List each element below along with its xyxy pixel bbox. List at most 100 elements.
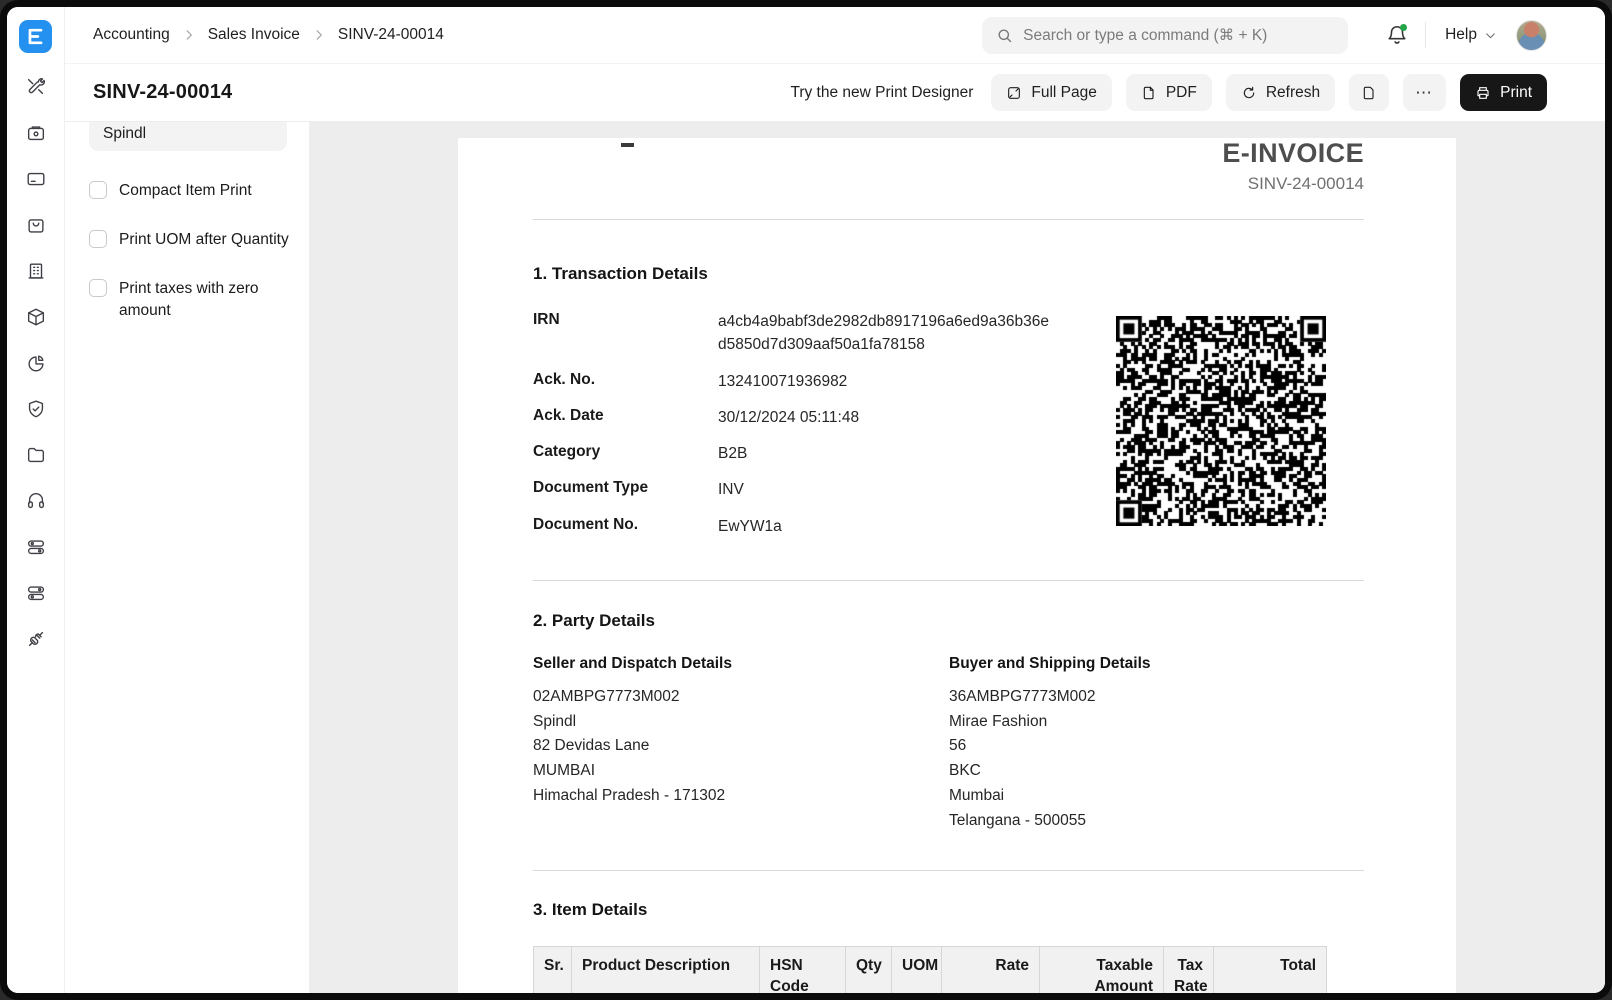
breadcrumb-sales-invoice[interactable]: Sales Invoice [208,26,300,44]
letterhead-select[interactable]: Spindl [89,122,287,151]
seller-details: Seller and Dispatch Details 02AMBPG7773M… [533,655,949,834]
item-column-header: UOM [892,946,942,993]
einvoice-number: SINV-24-00014 [533,174,1364,194]
buyer-line: 56 [949,734,1365,759]
item-column-header: Total [1214,946,1327,993]
erpnext-logo-icon[interactable] [19,20,52,53]
sliders-alt-icon[interactable] [25,582,47,609]
transaction-label: Document No. [533,515,718,538]
page-head: SINV-24-00014 Try the new Print Designer… [65,64,1605,122]
file-icon [1141,85,1157,101]
package-icon[interactable] [25,306,47,333]
full-page-button[interactable]: Full Page [991,74,1111,111]
seller-heading: Seller and Dispatch Details [533,655,949,673]
more-menu-button[interactable]: ⋯ [1403,74,1446,111]
shield-check-icon[interactable] [25,398,47,425]
pdf-button[interactable]: PDF [1126,74,1212,111]
transaction-value: 132410071936982 [718,370,1053,393]
main-area: Spindl Compact Item Print Print UOM afte… [65,122,1605,993]
checkbox-label: Compact Item Print [119,180,252,202]
user-avatar[interactable] [1516,20,1547,51]
einvoice-title: E-INVOICE [533,138,1364,169]
checkbox-label: Print taxes with zero amount [119,278,289,323]
shopping-bag-icon[interactable] [25,214,47,241]
chevron-right-icon [182,28,196,42]
transaction-label: Ack. Date [533,406,718,429]
print-button[interactable]: Print [1460,74,1547,111]
transaction-row: Document No. EwYW1a [533,515,1053,538]
building-icon[interactable] [25,260,47,287]
item-column-header: HSN Code [760,946,846,993]
checkbox[interactable] [89,279,107,297]
item-column-header: Sr. [534,946,572,993]
print-setting-checkbox-row[interactable]: Print UOM after Quantity [89,229,289,251]
item-details-heading: 3. Item Details [533,900,1364,920]
letterhead-remnant [621,143,634,147]
buyer-line: BKC [949,759,1365,784]
refresh-button[interactable]: Refresh [1226,74,1335,111]
party-details-heading: 2. Party Details [533,611,1364,631]
einvoice-qr-code [1116,316,1326,526]
pie-chart-icon[interactable] [25,352,47,379]
print-setting-checkbox-row[interactable]: Print taxes with zero amount [89,278,289,323]
item-column-header: Rate [942,946,1040,993]
chevron-right-icon [312,28,326,42]
print-preview-background: E-INVOICE SINV-24-00014 1. Transaction D… [309,122,1605,993]
tools-icon[interactable] [25,76,47,103]
buyer-line: Mirae Fashion [949,710,1365,735]
buyer-line: 36AMBPG7773M002 [949,685,1365,710]
print-setting-checkbox-row[interactable]: Compact Item Print [89,180,289,202]
item-column-header: Tax Rate [1164,946,1214,993]
seller-line: 82 Devidas Lane [533,734,949,759]
transaction-value: a4cb4a9babf3de2982db8917196a6ed9a36b36ed… [718,310,1053,357]
app-icon-rail [7,7,65,993]
folder-icon[interactable] [25,444,47,471]
checkbox[interactable] [89,230,107,248]
buyer-line: Telangana - 500055 [949,809,1365,834]
transaction-row: IRN a4cb4a9babf3de2982db8917196a6ed9a36b… [533,310,1053,357]
pos-icon[interactable] [25,122,47,149]
notifications-bell-icon[interactable] [1386,24,1408,46]
buyer-heading: Buyer and Shipping Details [949,655,1365,673]
breadcrumb-accounting[interactable]: Accounting [93,26,170,44]
transaction-details-grid: IRN a4cb4a9babf3de2982db8917196a6ed9a36b… [533,310,1053,538]
transaction-row: Ack. No. 132410071936982 [533,370,1053,393]
sliders-icon[interactable] [25,536,47,563]
plug-icon[interactable] [25,628,47,655]
item-column-header: Product Description [572,946,760,993]
card-icon[interactable] [25,168,47,195]
transaction-label: Ack. No. [533,370,718,393]
headset-icon[interactable] [25,490,47,517]
top-navbar: Accounting Sales Invoice SINV-24-00014 S… [65,7,1605,64]
transaction-row: Category B2B [533,442,1053,465]
print-settings-panel: Spindl Compact Item Print Print UOM afte… [65,122,309,993]
transaction-label: Category [533,442,718,465]
breadcrumb-current[interactable]: SINV-24-00014 [338,26,444,44]
seller-line: MUMBAI [533,759,949,784]
header-divider [533,219,1364,220]
chevron-down-icon [1484,29,1497,42]
item-column-header: Taxable Amount [1040,946,1164,993]
checkbox[interactable] [89,181,107,199]
help-menu[interactable]: Help [1445,26,1497,44]
breadcrumb: Accounting Sales Invoice SINV-24-00014 [93,26,444,44]
blank-file-icon [1361,85,1377,101]
item-column-header: Qty [846,946,892,993]
transaction-label: IRN [533,310,718,357]
transaction-value: B2B [718,442,1053,465]
buyer-line: Mumbai [949,784,1365,809]
print-designer-link[interactable]: Try the new Print Designer [790,84,973,102]
new-document-button[interactable] [1349,74,1389,111]
search-placeholder: Search or type a command (⌘ + K) [1023,26,1267,45]
item-table: Sr.Product DescriptionHSN CodeQtyUOMRate… [533,946,1327,993]
navbar-divider [1425,22,1426,48]
transaction-details-heading: 1. Transaction Details [533,264,1364,284]
page-title: SINV-24-00014 [93,81,232,104]
invoice-page: E-INVOICE SINV-24-00014 1. Transaction D… [458,138,1456,993]
seller-line: 02AMBPG7773M002 [533,685,949,710]
transaction-value: 30/12/2024 05:11:48 [718,406,1053,429]
seller-line: Spindl [533,710,949,735]
transaction-row: Ack. Date 30/12/2024 05:11:48 [533,406,1053,429]
global-search-input[interactable]: Search or type a command (⌘ + K) [982,17,1348,54]
help-label: Help [1445,26,1477,44]
